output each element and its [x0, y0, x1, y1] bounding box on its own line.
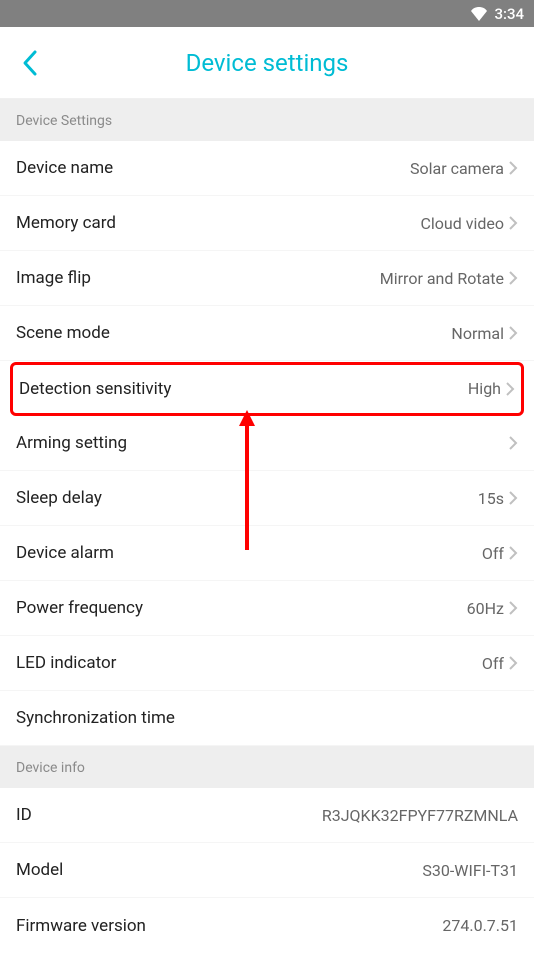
- row-value: Normal: [451, 324, 504, 343]
- chevron-right-icon: [508, 270, 518, 286]
- row-model: Model S30-WIFI-T31: [0, 843, 534, 898]
- row-led-indicator[interactable]: LED indicator Off: [0, 636, 534, 691]
- row-value: 60Hz: [467, 599, 504, 618]
- row-device-name[interactable]: Device name Solar camera: [0, 141, 534, 196]
- row-label: Device name: [16, 158, 113, 178]
- row-power-frequency[interactable]: Power frequency 60Hz: [0, 581, 534, 636]
- row-label: Detection sensitivity: [19, 379, 171, 399]
- row-image-flip[interactable]: Image flip Mirror and Rotate: [0, 251, 534, 306]
- row-label: Firmware version: [16, 916, 146, 936]
- row-label: Sleep delay: [16, 488, 102, 508]
- row-value: Solar camera: [410, 159, 504, 178]
- row-label: Image flip: [16, 268, 91, 288]
- section-header-settings: Device Settings: [0, 99, 534, 141]
- row-value: R3JQKK32FPYF77RZMNLA: [322, 806, 518, 825]
- section-header-info: Device info: [0, 746, 534, 788]
- chevron-right-icon: [508, 435, 518, 451]
- row-value: Off: [482, 654, 504, 673]
- row-label: Arming setting: [16, 433, 127, 453]
- row-label: Scene mode: [16, 323, 110, 343]
- row-sync-time[interactable]: Synchronization time: [0, 691, 534, 746]
- row-label: Model: [16, 860, 63, 880]
- row-sleep-delay[interactable]: Sleep delay 15s: [0, 471, 534, 526]
- chevron-right-icon: [508, 600, 518, 616]
- status-time: 3:34: [494, 5, 524, 23]
- row-device-alarm[interactable]: Device alarm Off: [0, 526, 534, 581]
- row-label: Device alarm: [16, 543, 114, 563]
- row-value: Off: [482, 544, 504, 563]
- chevron-right-icon: [508, 160, 518, 176]
- chevron-right-icon: [508, 490, 518, 506]
- chevron-right-icon: [508, 545, 518, 561]
- chevron-right-icon: [508, 325, 518, 341]
- row-value: Cloud video: [420, 214, 504, 233]
- chevron-right-icon: [508, 215, 518, 231]
- row-arming-setting[interactable]: Arming setting: [0, 416, 534, 471]
- page-title: Device settings: [0, 49, 534, 77]
- nav-bar: Device settings: [0, 27, 534, 99]
- status-bar: 3:34: [0, 0, 534, 27]
- back-button[interactable]: [20, 49, 40, 77]
- row-value: Mirror and Rotate: [380, 269, 504, 288]
- row-value: S30-WIFI-T31: [422, 861, 518, 880]
- wifi-icon: [470, 7, 488, 21]
- row-id: ID R3JQKK32FPYF77RZMNLA: [0, 788, 534, 843]
- row-detection-sensitivity[interactable]: Detection sensitivity High: [0, 361, 534, 416]
- row-value: 274.0.7.51: [442, 916, 518, 935]
- chevron-right-icon: [508, 655, 518, 671]
- row-label: Synchronization time: [16, 708, 175, 728]
- row-label: ID: [16, 805, 32, 825]
- row-label: Memory card: [16, 213, 116, 233]
- row-label: Power frequency: [16, 598, 143, 618]
- chevron-right-icon: [505, 381, 515, 397]
- row-scene-mode[interactable]: Scene mode Normal: [0, 306, 534, 361]
- row-value: High: [468, 379, 501, 398]
- row-firmware: Firmware version 274.0.7.51: [0, 898, 534, 953]
- row-label: LED indicator: [16, 653, 116, 673]
- row-value: 15s: [478, 489, 504, 508]
- row-memory-card[interactable]: Memory card Cloud video: [0, 196, 534, 251]
